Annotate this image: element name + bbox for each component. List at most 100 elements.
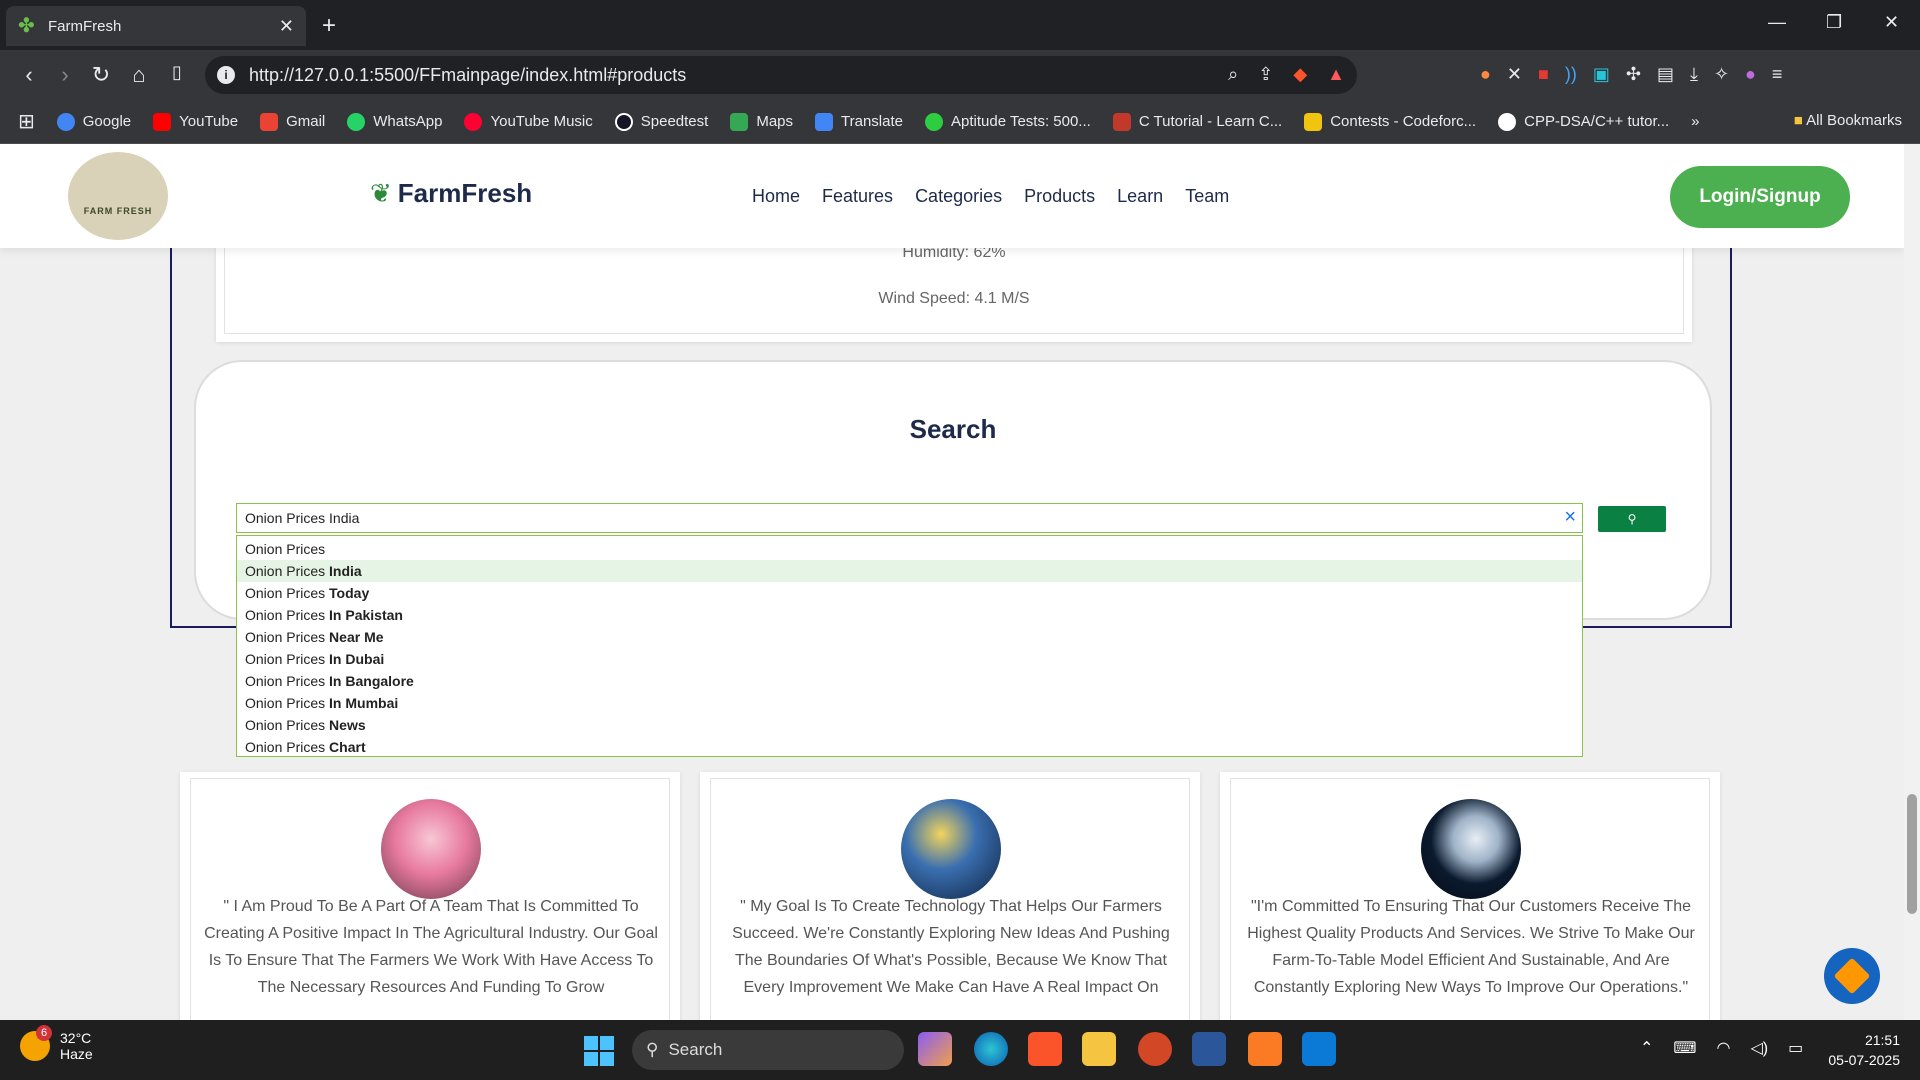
tab-farmfresh[interactable]: ✤ FarmFresh ✕ — [6, 6, 306, 46]
address-bar[interactable]: i http://127.0.0.1:5500/FFmainpage/index… — [205, 56, 1357, 94]
bookmark-translate[interactable]: Translate — [815, 112, 903, 131]
restore-icon[interactable]: ❐ — [1826, 12, 1842, 33]
extension-icon[interactable]: ■ — [1538, 64, 1549, 85]
suggestion-item[interactable]: Onion Prices News — [237, 714, 1582, 736]
suggestion-item[interactable]: Onion Prices In Mumbai — [237, 692, 1582, 714]
bookmark-label: WhatsApp — [373, 113, 443, 130]
extension-icon[interactable]: )) — [1565, 64, 1577, 85]
brave-icon[interactable] — [1028, 1032, 1062, 1066]
share-icon[interactable]: ⇪ — [1258, 64, 1273, 85]
bookmark-youtube[interactable]: YouTube — [153, 112, 238, 131]
chevron-up-icon[interactable]: ⌃ — [1640, 1038, 1653, 1058]
apps-icon[interactable]: ⊞ — [18, 109, 35, 134]
keyboard-icon[interactable]: ⌨ — [1673, 1038, 1696, 1058]
new-tab-icon[interactable]: + — [322, 12, 336, 40]
suggestion-item[interactable]: Onion Prices In Bangalore — [237, 670, 1582, 692]
bookmark-codeforces[interactable]: Contests - Codeforc... — [1304, 112, 1476, 131]
sun-icon: 6 — [20, 1025, 52, 1061]
close-window-icon[interactable]: ✕ — [1884, 12, 1899, 33]
close-tab-icon[interactable]: ✕ — [279, 16, 294, 37]
all-bookmarks[interactable]: ■ All Bookmarks — [1794, 112, 1902, 129]
wifi-icon[interactable]: ◠ — [1717, 1038, 1731, 1058]
xampp-icon[interactable] — [1248, 1032, 1282, 1066]
suggestion-item[interactable]: Onion Prices In Pakistan — [237, 604, 1582, 626]
suggestion-item[interactable]: Onion Prices — [237, 538, 1582, 560]
taskbar: 6 32°C Haze ⚲ Search ⌃ ⌨ ◠ ◁) ▭ 21:51 05-… — [0, 1020, 1920, 1080]
puzzle-icon[interactable]: ✣ — [1626, 64, 1641, 85]
taskbar-search[interactable]: ⚲ Search — [632, 1030, 904, 1070]
bookmark-github[interactable]: CPP-DSA/C++ tutor... — [1498, 112, 1669, 131]
suggestion-item[interactable]: Onion Prices In Dubai — [237, 648, 1582, 670]
powerpoint-icon[interactable] — [1138, 1032, 1172, 1066]
back-icon[interactable]: ‹ — [16, 62, 42, 88]
floating-chat-button[interactable] — [1824, 948, 1880, 1004]
more-bookmarks-icon[interactable]: » — [1691, 113, 1699, 130]
rewards-icon[interactable]: ▲ — [1327, 64, 1345, 85]
minimize-icon[interactable]: — — [1768, 12, 1786, 33]
suggestion-item[interactable]: Onion Prices Today — [237, 582, 1582, 604]
date: 05-07-2025 — [1828, 1052, 1900, 1068]
bookmark-youtube-music[interactable]: YouTube Music — [464, 112, 593, 131]
file-explorer-icon[interactable] — [1082, 1032, 1116, 1066]
copilot-icon[interactable] — [918, 1032, 952, 1066]
vscode-icon[interactable] — [1302, 1032, 1336, 1066]
volume-icon[interactable]: ◁) — [1750, 1038, 1768, 1058]
extension-icon[interactable]: ✕ — [1507, 64, 1522, 85]
bookmark-gmail[interactable]: Gmail — [260, 112, 325, 131]
whatsapp-icon — [347, 112, 366, 131]
bookmark-whatsapp[interactable]: WhatsApp — [347, 112, 443, 131]
start-button[interactable] — [584, 1036, 614, 1066]
clock[interactable]: 21:51 05-07-2025 — [1810, 1030, 1900, 1070]
battery-icon[interactable]: ▭ — [1788, 1038, 1803, 1058]
nav-team[interactable]: Team — [1185, 186, 1229, 207]
nav-features[interactable]: Features — [822, 186, 893, 207]
page-viewport: FARM FRESH ❦ FarmFresh Home Features Cate… — [0, 144, 1904, 1020]
weather-widget[interactable]: 6 32°C Haze — [20, 1025, 93, 1062]
extension-icon[interactable]: ▣ — [1593, 64, 1610, 85]
download-icon[interactable]: ⤓ — [1690, 64, 1698, 85]
sidebar-icon[interactable]: ▤ — [1657, 64, 1674, 85]
brand[interactable]: ❦ FarmFresh — [370, 178, 532, 209]
profile-icon[interactable]: ● — [1745, 64, 1756, 85]
bookmark-icon[interactable]: ▯ — [164, 62, 190, 83]
reload-icon[interactable]: ↻ — [88, 62, 114, 88]
suggestion-item[interactable]: Onion Prices Chart — [237, 736, 1582, 758]
zoom-icon[interactable]: ⌕ — [1228, 64, 1238, 85]
word-icon[interactable] — [1192, 1032, 1226, 1066]
menu-icon[interactable]: ≡ — [1772, 64, 1783, 85]
leo-ai-icon[interactable]: ✧ — [1714, 64, 1729, 85]
brave-shield-icon[interactable]: ◆ — [1293, 64, 1307, 85]
bookmark-speedtest[interactable]: Speedtest — [614, 112, 708, 131]
scrollbar-thumb[interactable] — [1907, 794, 1917, 914]
avatar — [381, 799, 481, 899]
nav-products[interactable]: Products — [1024, 186, 1095, 207]
site-info-icon[interactable]: i — [217, 66, 235, 84]
nav-learn[interactable]: Learn — [1117, 186, 1163, 207]
google-icon — [56, 112, 75, 131]
nav-categories[interactable]: Categories — [915, 186, 1002, 207]
url-text[interactable]: http://127.0.0.1:5500/FFmainpage/index.h… — [249, 65, 686, 86]
nav-home[interactable]: Home — [752, 186, 800, 207]
suggestion-prefix: Onion Prices — [245, 673, 326, 689]
forward-icon[interactable]: › — [52, 62, 78, 88]
bookmark-google[interactable]: Google — [56, 112, 131, 131]
search-input[interactable]: Onion Prices India × — [236, 503, 1583, 533]
translate-icon — [815, 112, 834, 131]
farm-fresh-logo[interactable]: FARM FRESH — [68, 152, 168, 240]
suggestion-completion: In Pakistan — [329, 607, 403, 623]
taskbar-search-label: Search — [668, 1040, 723, 1059]
home-icon[interactable]: ⌂ — [126, 62, 152, 88]
bookmark-c-tutorial[interactable]: C Tutorial - Learn C... — [1112, 112, 1282, 131]
suggestion-completion: India — [329, 563, 362, 579]
page-scrollbar[interactable] — [1904, 144, 1920, 1020]
search-button[interactable]: ⚲ — [1598, 506, 1666, 532]
clear-search-icon[interactable]: × — [1564, 506, 1576, 529]
edge-icon[interactable] — [974, 1032, 1008, 1066]
bookmark-aptitude[interactable]: Aptitude Tests: 500... — [925, 112, 1091, 131]
extension-icon[interactable]: ● — [1480, 64, 1491, 85]
bookmark-maps[interactable]: Maps — [730, 112, 793, 131]
login-signup-button[interactable]: Login/Signup — [1670, 166, 1850, 228]
suggestion-item[interactable]: Onion Prices Near Me — [237, 626, 1582, 648]
suggestion-prefix: Onion Prices — [245, 563, 326, 579]
suggestion-item[interactable]: Onion Prices India — [237, 560, 1582, 582]
